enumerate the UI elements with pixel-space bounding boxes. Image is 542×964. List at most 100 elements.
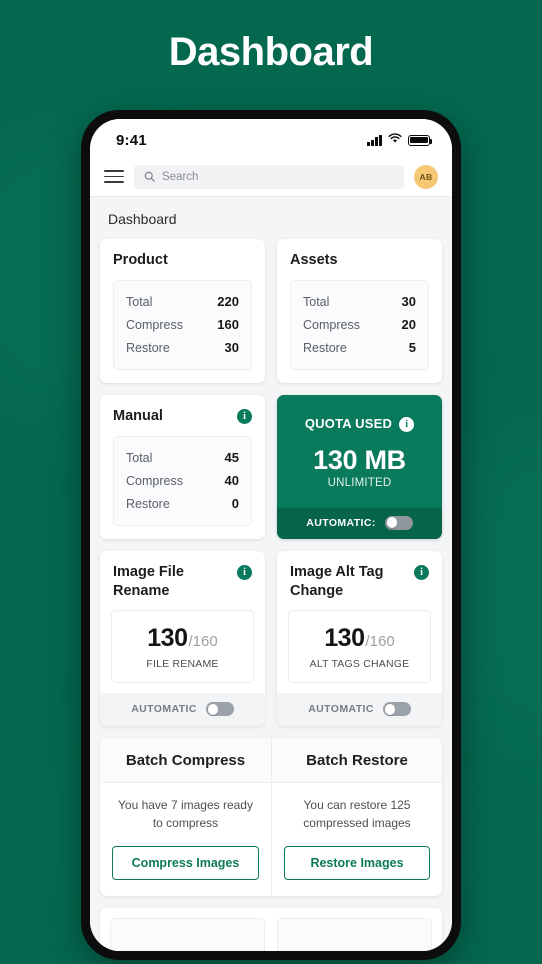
counter-caption: FILE RENAME — [146, 658, 219, 671]
card-title: Product — [113, 252, 168, 268]
signal-bars-icon — [367, 134, 382, 146]
stat-label: Compress — [303, 317, 360, 332]
image-file-rename-card[interactable]: Image File Rename i 130/160 FILE RENAME … — [100, 550, 265, 727]
stat-label: Compress — [126, 317, 183, 332]
content-heading: Dashboard — [108, 211, 177, 227]
stat-value: 5 — [408, 339, 416, 355]
stat-row: Restore 5 — [303, 336, 416, 359]
stat-card-product[interactable]: Product Total 220 Compress 160 Restore 3… — [100, 239, 265, 383]
card-header: Assets — [277, 239, 442, 270]
counter-footer: AUTOMATIC — [100, 693, 265, 727]
stat-value: 20 — [401, 316, 416, 332]
stat-label: Restore — [126, 340, 170, 355]
automatic-label: AUTOMATIC: — [306, 516, 376, 529]
counter-denominator: /160 — [365, 633, 395, 651]
info-icon[interactable]: i — [237, 408, 252, 424]
stat-label: Total — [126, 450, 153, 465]
stat-card-row-2: Manual i Total 45 Compress 40 Restore 0 … — [100, 394, 442, 539]
stat-row: Total 30 — [303, 290, 416, 313]
automatic-label: AUTOMATIC — [131, 703, 197, 716]
search-input[interactable]: Search — [134, 164, 404, 189]
stat-value: 40 — [224, 472, 239, 488]
card-title: Assets — [290, 252, 338, 268]
info-icon[interactable]: i — [237, 564, 252, 580]
partial-placeholder — [110, 918, 265, 951]
stat-card-manual[interactable]: Manual i Total 45 Compress 40 Restore 0 — [100, 394, 265, 539]
stat-card-assets[interactable]: Assets Total 30 Compress 20 Restore 5 — [277, 239, 442, 383]
quota-footer: AUTOMATIC: — [277, 507, 442, 539]
counter-value: 130/160 — [118, 624, 247, 653]
batch-body: You can restore 125 compressed images Re… — [272, 783, 442, 896]
counter-footer: AUTOMATIC — [277, 693, 442, 727]
batch-actions-card: Batch Compress You have 7 images ready t… — [100, 738, 442, 897]
stat-value: 220 — [217, 293, 239, 309]
phone-mockup: 9:41 Search AB Dashboard Product Total 2… — [81, 110, 461, 960]
card-header: Manual i — [100, 395, 265, 426]
info-icon[interactable]: i — [414, 564, 429, 580]
info-icon[interactable]: i — [399, 417, 415, 433]
battery-icon — [408, 134, 433, 146]
search-icon — [144, 171, 155, 182]
phone-screen: 9:41 Search AB Dashboard Product Total 2… — [90, 119, 452, 951]
stat-value: 0 — [231, 495, 239, 511]
card-header: Product — [100, 239, 265, 270]
automatic-toggle[interactable] — [205, 702, 234, 717]
counter-caption: ALT TAGS CHANGE — [309, 658, 410, 671]
stat-row: Compress 20 — [303, 313, 416, 336]
counter-value: 130/160 — [295, 624, 424, 653]
counter-card-row: Image File Rename i 130/160 FILE RENAME … — [100, 550, 442, 727]
card-header: Image File Rename i — [100, 551, 265, 601]
card-title: Manual — [113, 407, 163, 424]
stat-card-row-1: Product Total 220 Compress 160 Restore 3… — [100, 239, 442, 383]
stat-value: 45 — [224, 449, 239, 465]
stat-list: Total 45 Compress 40 Restore 0 — [113, 435, 252, 526]
stat-label: Total — [126, 294, 153, 309]
image-alt-tag-change-card[interactable]: Image Alt Tag Change i 130/160 ALT TAGS … — [277, 550, 442, 727]
quota-value: 130 MB — [313, 445, 406, 476]
status-time: 9:41 — [116, 131, 147, 149]
stat-row: Restore 30 — [126, 336, 239, 359]
batch-compress-column: Batch Compress You have 7 images ready t… — [100, 738, 271, 896]
batch-description: You can restore 125 compressed images — [303, 798, 411, 830]
status-bar: 9:41 — [90, 119, 452, 157]
stat-value: 160 — [217, 316, 239, 332]
quota-label: QUOTA USED — [304, 416, 393, 432]
stat-label: Compress — [126, 473, 183, 488]
batch-description: You have 7 images ready to compress — [118, 798, 253, 830]
counter-number: 130 — [147, 624, 188, 653]
counter-box: 130/160 ALT TAGS CHANGE — [288, 610, 431, 684]
card-title: Image File Rename — [113, 563, 184, 599]
stat-row: Compress 160 — [126, 313, 239, 336]
stat-label: Total — [303, 294, 330, 309]
automatic-toggle[interactable] — [382, 702, 411, 717]
quota-body: QUOTA USED i 130 MB UNLIMITED — [277, 395, 442, 508]
app-bar: Search AB — [90, 157, 452, 197]
automatic-label: AUTOMATIC — [308, 703, 374, 716]
quota-used-card[interactable]: QUOTA USED i 130 MB UNLIMITED AUTOMATIC: — [277, 394, 442, 539]
stat-row: Compress 40 — [126, 469, 239, 492]
card-title: Image Alt Tag Change — [290, 563, 384, 599]
wifi-icon — [388, 131, 402, 149]
stat-list: Total 220 Compress 160 Restore 30 — [113, 279, 252, 370]
batch-restore-column: Batch Restore You can restore 125 compre… — [271, 738, 442, 897]
search-placeholder: Search — [162, 170, 199, 183]
dashboard-content: Dashboard Product Total 220 Compress 160… — [90, 197, 452, 951]
stat-label: Restore — [126, 496, 170, 511]
status-icons — [367, 131, 433, 149]
quota-subtitle: UNLIMITED — [327, 477, 392, 490]
partial-placeholder — [277, 918, 432, 951]
restore-images-button[interactable]: Restore Images — [284, 846, 430, 881]
automatic-toggle[interactable] — [384, 515, 413, 530]
stat-row: Total 220 — [126, 290, 239, 313]
stat-value: 30 — [224, 339, 239, 355]
avatar[interactable]: AB — [414, 164, 438, 189]
compress-images-button[interactable]: Compress Images — [112, 846, 259, 881]
page-title: Dashboard — [168, 30, 374, 74]
batch-title: Batch Compress — [100, 738, 271, 784]
batch-body: You have 7 images ready to compress Comp… — [100, 783, 271, 896]
quota-header: QUOTA USED i — [304, 415, 415, 433]
counter-number: 130 — [324, 624, 365, 653]
hamburger-menu-icon[interactable] — [104, 169, 124, 184]
card-header: Image Alt Tag Change i — [277, 551, 442, 601]
counter-box: 130/160 FILE RENAME — [111, 610, 254, 684]
